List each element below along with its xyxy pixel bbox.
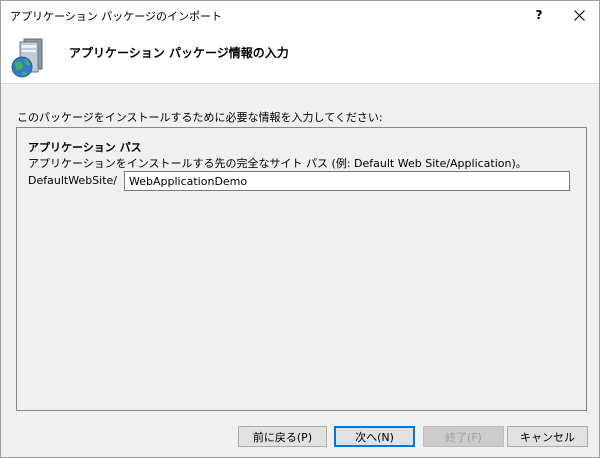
import-dialog: アプリケーション パッケージのインポート ? アプリケーション パッケージ情報の… bbox=[0, 0, 600, 458]
path-prefix-label: DefaultWebSite/ bbox=[28, 174, 117, 187]
close-icon bbox=[573, 9, 585, 21]
app-path-panel: アプリケーション パス アプリケーションをインストールする先の完全なサイト パス… bbox=[16, 127, 587, 411]
title-bar: アプリケーション パッケージのインポート ? bbox=[1, 1, 599, 29]
back-button[interactable]: 前に戻る(P) bbox=[238, 426, 327, 447]
header-title: アプリケーション パッケージ情報の入力 bbox=[69, 46, 289, 60]
section-description: アプリケーションをインストールする先の完全なサイト パス (例: Default… bbox=[28, 157, 527, 170]
finish-button[interactable]: 終了(F) bbox=[423, 426, 504, 447]
window-title: アプリケーション パッケージのインポート bbox=[10, 10, 223, 23]
close-button[interactable] bbox=[559, 1, 599, 29]
section-title: アプリケーション パス bbox=[28, 141, 142, 154]
next-button[interactable]: 次へ(N) bbox=[334, 426, 415, 447]
cancel-button[interactable]: キャンセル bbox=[507, 426, 588, 447]
application-path-input[interactable] bbox=[124, 171, 570, 191]
wizard-header: アプリケーション パッケージ情報の入力 bbox=[1, 29, 599, 84]
help-button[interactable]: ? bbox=[519, 1, 559, 29]
package-globe-icon bbox=[11, 38, 43, 78]
instruction-text: このパッケージをインストールするために必要な情報を入力してください: bbox=[17, 111, 383, 124]
